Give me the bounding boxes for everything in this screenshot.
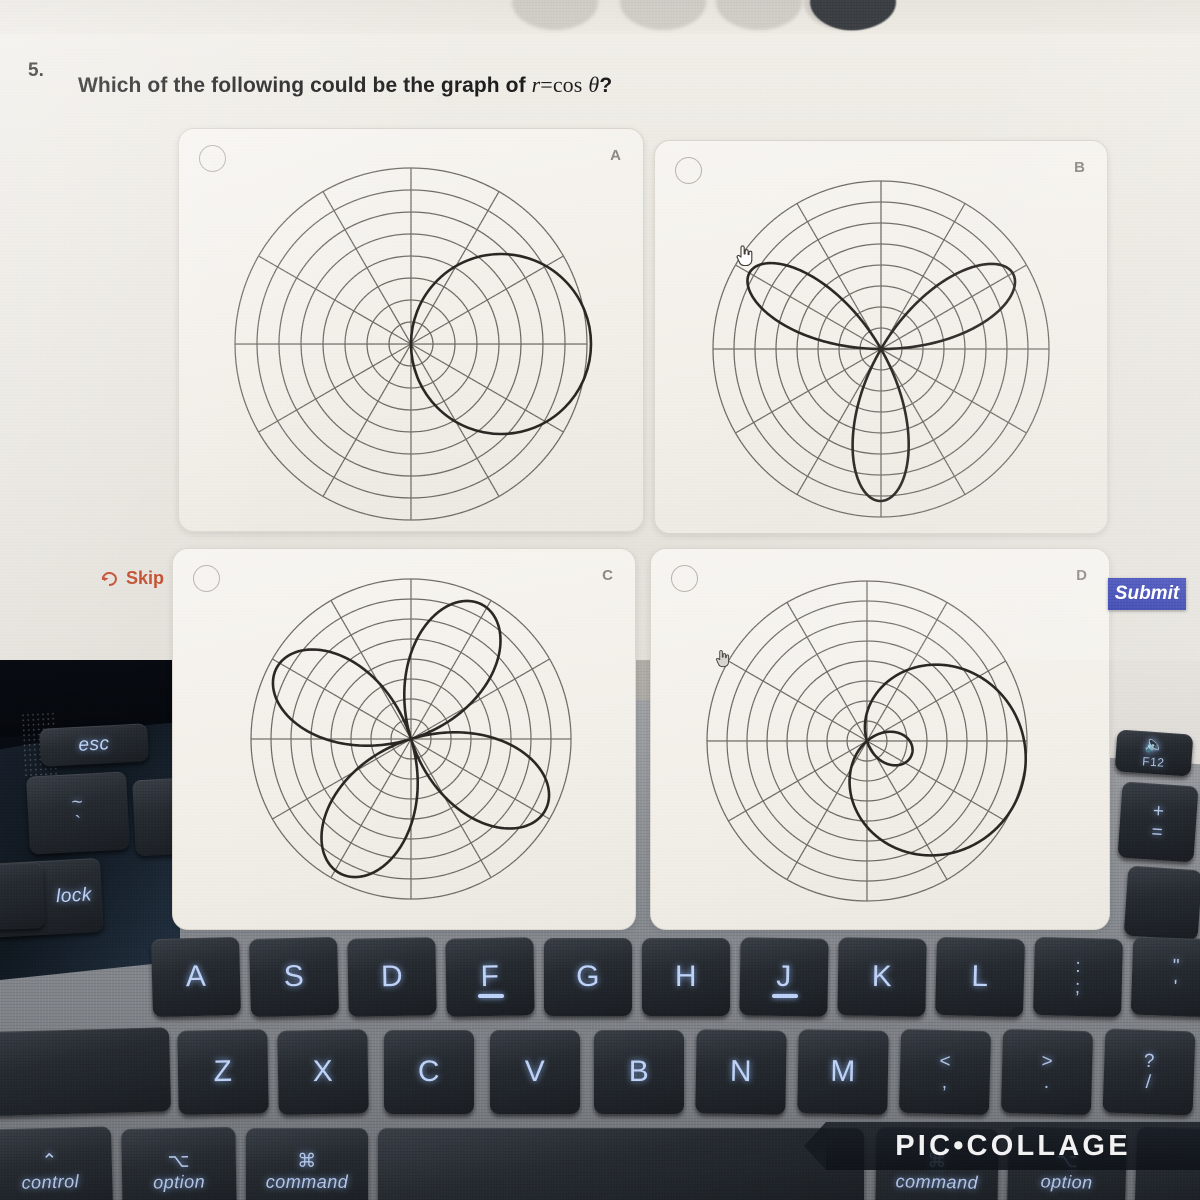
key-comma[interactable]: < , <box>898 1028 992 1116</box>
tab-icon-1[interactable] <box>512 0 598 30</box>
key-tab[interactable] <box>0 862 46 932</box>
option-card-c[interactable]: C <box>172 548 636 930</box>
key-option-left-label: option <box>152 1171 206 1192</box>
key-comma-bottom: , <box>941 1071 948 1094</box>
key-command-left-label: command <box>265 1171 349 1192</box>
option-glyph-icon-left: ⌥ <box>167 1150 191 1172</box>
key-plus-equals[interactable]: + = <box>1117 781 1199 863</box>
key-colon-top: : <box>1075 955 1082 978</box>
key-period-bottom: . <box>1043 1071 1050 1094</box>
key-g[interactable]: G <box>544 938 632 1016</box>
key-tilde-bottom: ` <box>74 812 83 835</box>
option-b-polar-plot <box>712 180 1050 518</box>
submit-button[interactable]: Submit <box>1108 578 1186 610</box>
option-card-a[interactable]: A <box>178 128 644 532</box>
key-delete[interactable] <box>1123 865 1200 941</box>
key-semicolon-bottom: ; <box>1074 976 1081 999</box>
key-option-right-label: option <box>1040 1170 1093 1193</box>
question-number: 5. <box>28 60 44 81</box>
key-control[interactable]: ⌃ control <box>0 1126 114 1200</box>
option-a-polar-plot <box>234 167 593 521</box>
key-k[interactable]: K <box>837 937 927 1017</box>
key-greater-than-top: > <box>1041 1050 1054 1073</box>
key-quote-top: " <box>1172 955 1181 978</box>
skip-label: Skip <box>126 567 165 588</box>
question-cos: cos <box>552 72 583 97</box>
key-command-left[interactable]: ⌘ command <box>246 1128 368 1200</box>
key-equals: = <box>1150 821 1164 844</box>
key-shift-left[interactable] <box>0 1027 172 1117</box>
pointing-hand-cursor <box>736 245 753 267</box>
tab-icon-3[interactable] <box>716 0 802 30</box>
key-m[interactable]: M <box>797 1029 889 1115</box>
key-s[interactable]: S <box>248 936 340 1018</box>
skip-arrow-icon <box>101 571 117 586</box>
key-slash-bottom: / <box>1145 1071 1152 1094</box>
key-control-label: control <box>21 1170 80 1193</box>
key-apostrophe-bottom: ' <box>1173 976 1179 999</box>
key-v[interactable]: V <box>490 1030 580 1114</box>
pointing-hand-cursor-secondary <box>716 650 730 668</box>
question-text: Which of the following could be the grap… <box>78 72 612 98</box>
key-tilde-top: ~ <box>71 791 84 814</box>
key-f[interactable]: F <box>445 937 535 1017</box>
key-j[interactable]: J <box>739 937 829 1017</box>
key-option-left[interactable]: ⌥ option <box>121 1127 237 1200</box>
speaker-volume-icon: 🔈 <box>1143 736 1166 755</box>
tab-icon-2[interactable] <box>620 0 706 30</box>
question-equals: = <box>540 72 553 97</box>
question-variable-r: r <box>531 72 541 97</box>
screenshot-root: esc ~ ` lock 🔈 F12 + = A S D F G H J K L… <box>0 0 1200 1200</box>
key-question-top: ? <box>1143 1050 1156 1073</box>
option-d-polar-plot <box>706 580 1028 902</box>
watermark-text: PIC•COLLAGE <box>895 1129 1131 1162</box>
watermark: PIC•COLLAGE <box>804 1122 1200 1170</box>
control-glyph-icon: ⌃ <box>41 1150 59 1172</box>
question-theta: θ <box>588 72 600 97</box>
quiz-page: 5. Which of the following could be the g… <box>0 0 1200 930</box>
key-c[interactable]: C <box>384 1030 474 1114</box>
key-x[interactable]: X <box>277 1029 369 1115</box>
key-f12-volume[interactable]: 🔈 F12 <box>1114 729 1194 777</box>
key-slash[interactable]: ? / <box>1102 1028 1196 1116</box>
key-tilde[interactable]: ~ ` <box>26 771 130 855</box>
browser-tabbar <box>0 0 1200 34</box>
key-l[interactable]: L <box>934 936 1026 1018</box>
option-card-d[interactable]: D <box>650 548 1110 930</box>
key-a[interactable]: A <box>150 936 242 1018</box>
option-c-polar-plot <box>250 578 572 900</box>
key-b[interactable]: B <box>594 1030 684 1114</box>
key-quote[interactable]: " ' <box>1130 936 1200 1018</box>
skip-button[interactable]: Skip <box>100 563 164 593</box>
submit-label: Submit <box>1114 583 1180 604</box>
key-h[interactable]: H <box>642 938 730 1016</box>
key-period[interactable]: > . <box>1000 1028 1094 1116</box>
key-plus: + <box>1152 800 1166 823</box>
key-semicolon[interactable]: : ; <box>1032 936 1124 1018</box>
option-card-b[interactable]: B <box>654 140 1108 534</box>
command-glyph-icon-left: ⌘ <box>297 1150 317 1172</box>
question-suffix: ? <box>599 74 613 97</box>
key-command-right-label: command <box>895 1170 979 1193</box>
key-space[interactable] <box>378 1128 864 1200</box>
key-z[interactable]: Z <box>177 1029 269 1115</box>
key-d[interactable]: D <box>347 937 437 1017</box>
key-esc[interactable]: esc <box>39 723 149 767</box>
key-n[interactable]: N <box>695 1029 787 1115</box>
key-f12-label: F12 <box>1141 754 1165 770</box>
key-f-homebump <box>478 994 504 998</box>
key-j-homebump <box>772 994 798 998</box>
question-prefix: Which of the following could be the grap… <box>78 74 532 97</box>
key-less-than-top: < <box>939 1050 952 1073</box>
